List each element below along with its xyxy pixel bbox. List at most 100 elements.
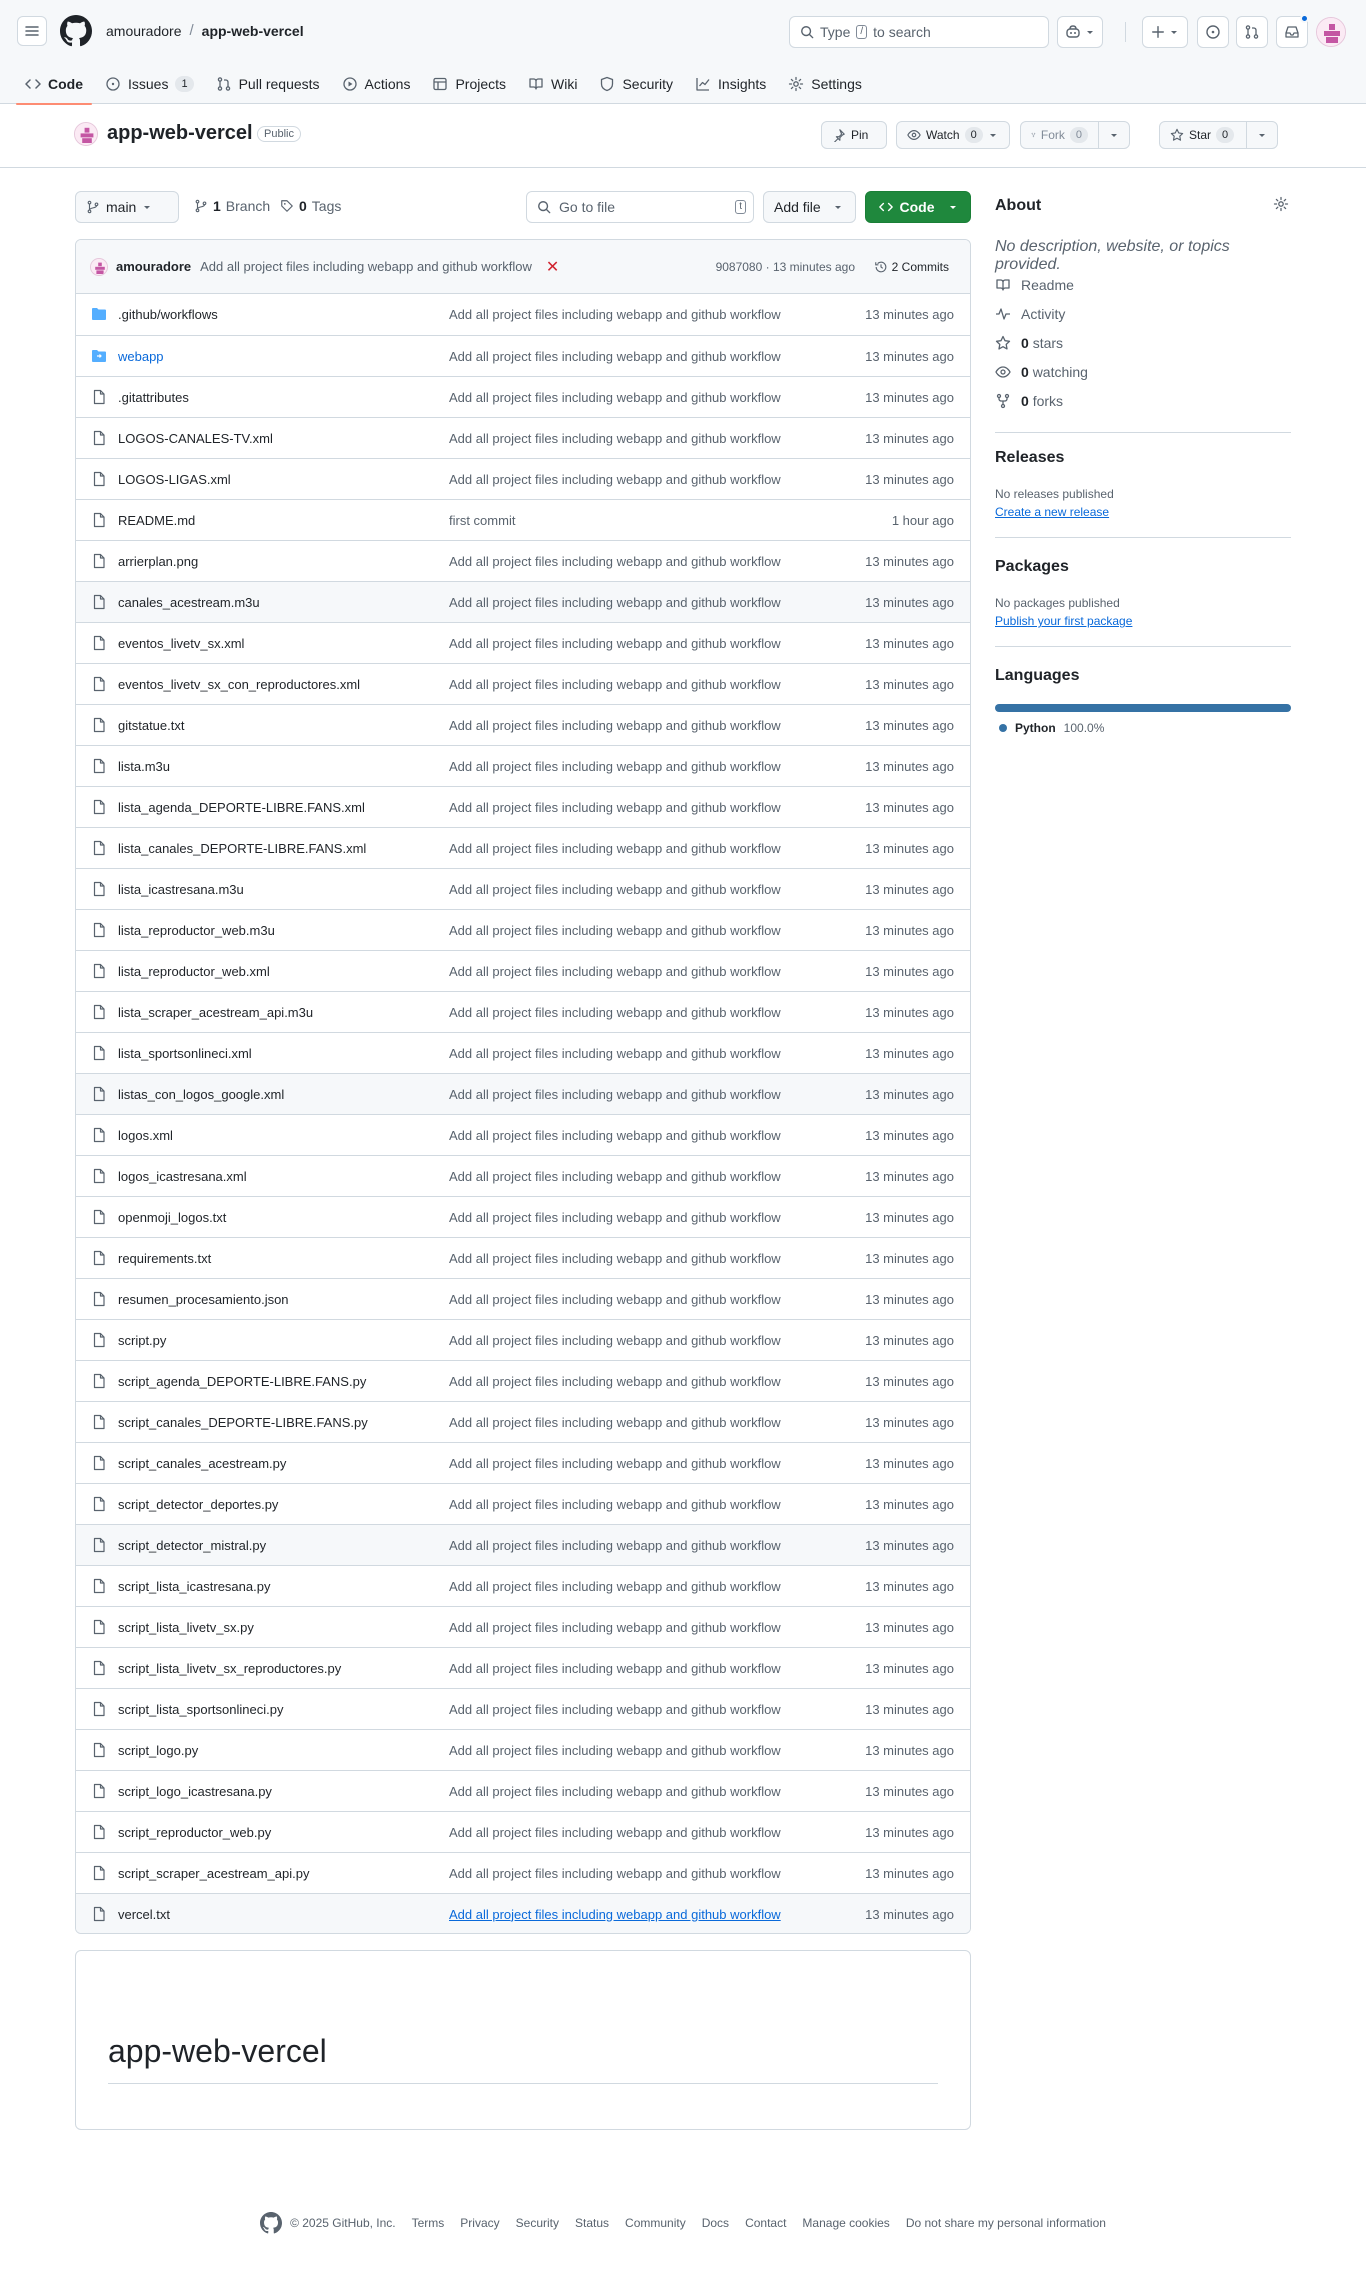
file-name[interactable]: script_detector_deportes.py — [118, 1497, 278, 1512]
footer-link-community[interactable]: Community — [625, 2216, 686, 2230]
file-name[interactable]: webapp — [118, 349, 164, 364]
file-name[interactable]: script_lista_livetv_sx_reproductores.py — [118, 1661, 341, 1676]
file-row[interactable]: script_lista_sportsonlineci.py Add all pr… — [76, 1688, 970, 1729]
repo-owner-avatar[interactable] — [74, 122, 98, 146]
star-menu-button[interactable] — [1246, 121, 1278, 149]
file-commit-message[interactable]: Add all project files including webapp a… — [449, 1251, 781, 1266]
create-new-button[interactable] — [1142, 16, 1188, 48]
folder-row[interactable]: webapp Add all project files including we… — [76, 335, 970, 376]
tab-insights[interactable]: Insights — [686, 64, 775, 104]
menu-button[interactable] — [17, 16, 47, 46]
file-row[interactable]: resumen_procesamiento.json Add all projec… — [76, 1278, 970, 1319]
file-row[interactable]: lista_sportsonlineci.xml Add all project … — [76, 1032, 970, 1073]
file-commit-message[interactable]: Add all project files including webapp a… — [449, 431, 781, 446]
footer-link-privacy[interactable]: Privacy — [460, 2216, 499, 2230]
file-name[interactable]: canales_acestream.m3u — [118, 595, 260, 610]
file-commit-message[interactable]: Add all project files including webapp a… — [449, 1538, 781, 1553]
branch-selector[interactable]: main — [75, 191, 179, 223]
file-commit-message[interactable]: Add all project files including webapp a… — [449, 1415, 781, 1430]
footer-link-status[interactable]: Status — [575, 2216, 609, 2230]
file-row[interactable]: README.md first commit 1 hour ago — [76, 499, 970, 540]
file-row[interactable]: script_detector_deportes.py Add all proje… — [76, 1483, 970, 1524]
file-commit-message[interactable]: Add all project files including webapp a… — [449, 1046, 781, 1061]
file-name[interactable]: arrierplan.png — [118, 554, 198, 569]
tab-security[interactable]: Security — [590, 64, 682, 104]
copilot-button[interactable] — [1057, 16, 1103, 48]
file-commit-message[interactable]: Add all project files including webapp a… — [449, 1579, 781, 1594]
file-row[interactable]: lista_icastresana.m3u Add all project fil… — [76, 868, 970, 909]
file-name[interactable]: vercel.txt — [118, 1907, 170, 1922]
file-commit-message[interactable]: Add all project files including webapp a… — [449, 1907, 781, 1922]
language-item-python[interactable]: Python 100.0% — [999, 721, 1104, 735]
file-commit-message[interactable]: first commit — [449, 513, 515, 528]
commit-message[interactable]: Add all project files including webapp a… — [200, 259, 532, 274]
file-commit-message[interactable]: Add all project files including webapp a… — [449, 923, 781, 938]
folder-row[interactable]: .github/workflows Add all project files i… — [76, 294, 970, 335]
file-commit-message[interactable]: Add all project files including webapp a… — [449, 718, 781, 733]
file-row[interactable]: script_lista_icastresana.py Add all proje… — [76, 1565, 970, 1606]
about-settings-button[interactable] — [1273, 196, 1289, 212]
footer-link-docs[interactable]: Docs — [702, 2216, 729, 2230]
file-row[interactable]: logos.xml Add all project files including… — [76, 1114, 970, 1155]
file-row[interactable]: vercel.txt Add all project files includin… — [76, 1893, 970, 1933]
file-commit-message[interactable]: Add all project files including webapp a… — [449, 882, 781, 897]
file-name[interactable]: script_lista_sportsonlineci.py — [118, 1702, 283, 1717]
file-name[interactable]: lista_reproductor_web.m3u — [118, 923, 275, 938]
file-commit-message[interactable]: Add all project files including webapp a… — [449, 1866, 781, 1881]
file-name[interactable]: README.md — [118, 513, 195, 528]
file-commit-message[interactable]: Add all project files including webapp a… — [449, 1702, 781, 1717]
file-row[interactable]: logos_icastresana.xml Add all project fil… — [76, 1155, 970, 1196]
file-commit-message[interactable]: Add all project files including webapp a… — [449, 1743, 781, 1758]
file-name[interactable]: lista.m3u — [118, 759, 170, 774]
file-name[interactable]: LOGOS-LIGAS.xml — [118, 472, 231, 487]
file-commit-message[interactable]: Add all project files including webapp a… — [449, 1661, 781, 1676]
tab-wiki[interactable]: Wiki — [519, 64, 586, 104]
file-row[interactable]: script_lista_livetv_sx.py Add all project… — [76, 1606, 970, 1647]
file-name[interactable]: eventos_livetv_sx_con_reproductores.xml — [118, 677, 360, 692]
file-commit-message[interactable]: Add all project files including webapp a… — [449, 554, 781, 569]
file-row[interactable]: script_canales_acestream.py Add all proje… — [76, 1442, 970, 1483]
file-row[interactable]: canales_acestream.m3u Add all project fil… — [76, 581, 970, 622]
releases-heading[interactable]: Releases — [995, 449, 1064, 467]
file-commit-message[interactable]: Add all project files including webapp a… — [449, 800, 781, 815]
file-row[interactable]: script_logo_icastresana.py Add all projec… — [76, 1770, 970, 1811]
file-name[interactable]: .github/workflows — [118, 307, 218, 322]
file-name[interactable]: script_scraper_acestream_api.py — [118, 1866, 309, 1881]
file-row[interactable]: eventos_livetv_sx_con_reproductores.xml A… — [76, 663, 970, 704]
star-button[interactable]: Star 0 — [1159, 121, 1247, 149]
tab-actions[interactable]: Actions — [333, 64, 420, 104]
file-name[interactable]: logos_icastresana.xml — [118, 1169, 247, 1184]
file-commit-message[interactable]: Add all project files including webapp a… — [449, 1333, 781, 1348]
file-name[interactable]: script_lista_icastresana.py — [118, 1579, 270, 1594]
file-commit-message[interactable]: Add all project files including webapp a… — [449, 1210, 781, 1225]
file-name[interactable]: eventos_livetv_sx.xml — [118, 636, 244, 651]
file-commit-message[interactable]: Add all project files including webapp a… — [449, 1456, 781, 1471]
footer-link-contact[interactable]: Contact — [745, 2216, 786, 2230]
global-search-input[interactable]: Type / to search — [789, 16, 1049, 48]
file-name[interactable]: .gitattributes — [118, 390, 189, 405]
file-commit-message[interactable]: Add all project files including webapp a… — [449, 677, 781, 692]
tags-link[interactable]: 0 Tags — [280, 198, 341, 214]
file-name[interactable]: lista_scraper_acestream_api.m3u — [118, 1005, 313, 1020]
file-row[interactable]: script_detector_mistral.py Add all projec… — [76, 1524, 970, 1565]
tab-settings[interactable]: Settings — [779, 64, 871, 104]
branches-link[interactable]: 1 Branch — [194, 198, 270, 214]
file-commit-message[interactable]: Add all project files including webapp a… — [449, 1005, 781, 1020]
file-name[interactable]: script_agenda_DEPORTE-LIBRE.FANS.py — [118, 1374, 366, 1389]
github-logo-icon[interactable] — [60, 15, 92, 47]
file-commit-message[interactable]: Add all project files including webapp a… — [449, 595, 781, 610]
add-file-button[interactable]: Add file — [763, 191, 856, 223]
footer-link-do-not-share-my-personal-information[interactable]: Do not share my personal information — [906, 2216, 1106, 2230]
commit-hash-time[interactable]: 9087080 · 13 minutes ago — [716, 260, 855, 274]
file-name[interactable]: script_lista_livetv_sx.py — [118, 1620, 254, 1635]
file-name[interactable]: lista_agenda_DEPORTE-LIBRE.FANS.xml — [118, 800, 365, 815]
file-commit-message[interactable]: Add all project files including webapp a… — [449, 1497, 781, 1512]
file-row[interactable]: lista_reproductor_web.m3u Add all project… — [76, 909, 970, 950]
file-row[interactable]: requirements.txt Add all project files in… — [76, 1237, 970, 1278]
tab-projects[interactable]: Projects — [423, 64, 515, 104]
footer-link-security[interactable]: Security — [516, 2216, 559, 2230]
file-commit-message[interactable]: Add all project files including webapp a… — [449, 1169, 781, 1184]
file-name[interactable]: lista_icastresana.m3u — [118, 882, 244, 897]
create-release-link[interactable]: Create a new release — [995, 505, 1109, 519]
file-row[interactable]: lista_scraper_acestream_api.m3u Add all p… — [76, 991, 970, 1032]
